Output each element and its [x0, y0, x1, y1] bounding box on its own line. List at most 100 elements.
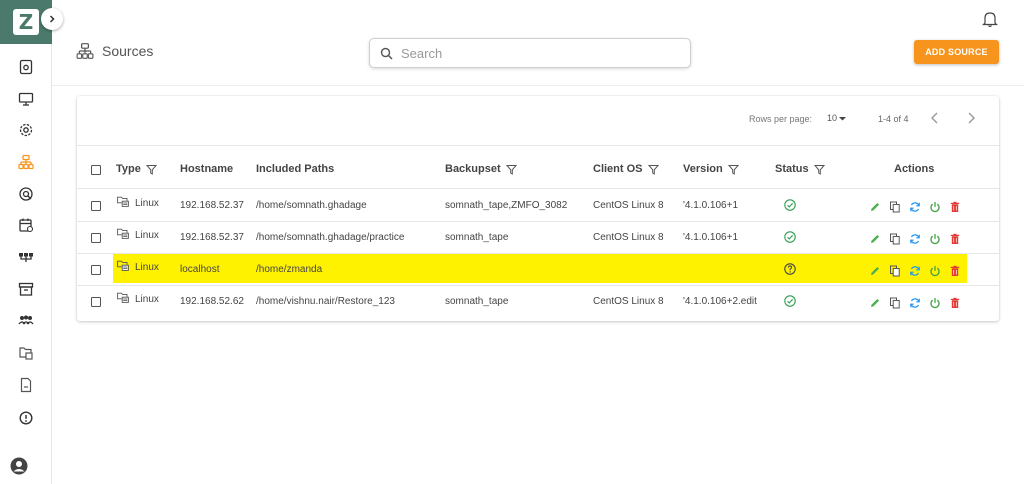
- sources-table-card: Rows per page: 10 1-4 of 4 Type Hostname…: [77, 96, 999, 321]
- select-all-checkbox[interactable]: [91, 165, 101, 175]
- filter-icon[interactable]: [647, 164, 659, 175]
- type-value: Linux: [135, 198, 159, 209]
- sidebar-item-dashboard[interactable]: [0, 52, 52, 82]
- rows-per-page-select[interactable]: 10: [827, 113, 847, 123]
- table-header: Type Hostname Included Paths Backupset C…: [77, 147, 999, 189]
- client-os-cell: CentOS Linux 8: [593, 200, 664, 211]
- sidebar-item-users[interactable]: [0, 306, 52, 336]
- copy-button[interactable]: [889, 200, 901, 213]
- sidebar-item-settings[interactable]: [0, 115, 52, 145]
- copy-button[interactable]: [889, 296, 901, 309]
- power-button[interactable]: [929, 232, 941, 245]
- column-header-included-paths: Included Paths: [256, 163, 334, 175]
- notification-bell-icon[interactable]: [982, 10, 998, 28]
- edit-button[interactable]: [869, 200, 881, 212]
- delete-button[interactable]: [949, 200, 961, 212]
- table-row[interactable]: Linux 192.168.52.37/home/somnath.ghadage/…: [77, 222, 999, 254]
- backupset-cell: somnath_tape: [445, 232, 509, 243]
- column-label: Client OS: [593, 163, 643, 175]
- type-cell: Linux: [117, 292, 159, 305]
- status-ok-icon: [784, 199, 796, 211]
- copy-button[interactable]: [889, 264, 901, 277]
- column-label: Status: [775, 163, 809, 175]
- sync-button[interactable]: [909, 264, 921, 276]
- rows-per-page-value: 10: [827, 113, 838, 123]
- row-checkbox[interactable]: [91, 233, 101, 243]
- delete-button[interactable]: [949, 296, 961, 308]
- sidebar-item-schedule[interactable]: [0, 210, 52, 240]
- table-row[interactable]: Linux 192.168.52.37/home/somnath.ghadage s…: [77, 190, 999, 222]
- copy-button[interactable]: [889, 232, 901, 245]
- row-actions: [869, 264, 961, 277]
- trash-icon: [950, 297, 960, 308]
- sidebar-item-about[interactable]: [0, 403, 52, 433]
- add-source-button[interactable]: ADD SOURCE: [914, 40, 999, 64]
- table-row[interactable]: Linux localhost/home/zmanda: [77, 254, 999, 286]
- status-cell: [784, 198, 796, 211]
- power-button[interactable]: [929, 296, 941, 309]
- table-row[interactable]: Linux 192.168.52.62/home/vishnu.nair/Rest…: [77, 286, 999, 318]
- included-paths-cell: /home/zmanda: [256, 264, 323, 275]
- filter-icon[interactable]: [813, 164, 825, 175]
- type-cell: Linux: [117, 196, 159, 209]
- page-header: Sources ADD SOURCE: [52, 0, 1024, 86]
- edit-button[interactable]: [869, 264, 881, 276]
- filter-icon[interactable]: [145, 164, 157, 175]
- column-label: Actions: [894, 163, 935, 175]
- column-header-backupset[interactable]: Backupset: [445, 163, 517, 175]
- power-button[interactable]: [929, 200, 941, 213]
- calendar-icon: [19, 218, 34, 233]
- copy-icon: [890, 233, 900, 245]
- folder-server-icon: [117, 228, 129, 239]
- sidebar-item-sources[interactable]: [0, 147, 52, 177]
- column-label: Version: [683, 163, 723, 175]
- chevron-right-icon[interactable]: [963, 110, 979, 126]
- pencil-icon: [871, 203, 879, 211]
- page-title: Sources: [102, 43, 154, 59]
- search-input[interactable]: [401, 45, 681, 61]
- column-label: Type: [116, 163, 141, 175]
- edit-button[interactable]: [869, 232, 881, 244]
- trash-icon: [950, 233, 960, 244]
- sidebar-item-storage[interactable]: [0, 179, 52, 209]
- row-checkbox[interactable]: [91, 297, 101, 307]
- sync-button[interactable]: [909, 232, 921, 244]
- edit-button[interactable]: [869, 296, 881, 308]
- pencil-icon: [871, 299, 879, 307]
- search-icon: [380, 47, 393, 60]
- sidebar-item-files[interactable]: [0, 338, 52, 368]
- refresh-icon: [910, 266, 920, 276]
- settings-icon: [19, 123, 33, 137]
- column-header-version[interactable]: Version: [683, 163, 739, 175]
- hostname-cell: 192.168.52.37: [180, 200, 244, 211]
- search-box[interactable]: [369, 38, 691, 68]
- files-icon: [19, 347, 33, 360]
- row-checkbox[interactable]: [91, 265, 101, 275]
- column-label: Hostname: [180, 163, 234, 175]
- filter-icon[interactable]: [727, 164, 739, 175]
- delete-button[interactable]: [949, 264, 961, 276]
- delete-button[interactable]: [949, 232, 961, 244]
- folder-server-icon: [117, 292, 129, 303]
- included-paths-cell: /home/vishnu.nair/Restore_123: [256, 296, 395, 307]
- sidebar-item-reports[interactable]: [0, 370, 52, 400]
- chevron-right-icon: [49, 15, 55, 23]
- sync-button[interactable]: [909, 200, 921, 212]
- column-header-type[interactable]: Type: [116, 163, 157, 175]
- power-icon: [930, 266, 940, 277]
- sidebar-item-monitor[interactable]: [0, 84, 52, 114]
- type-value: Linux: [135, 262, 159, 273]
- filter-icon[interactable]: [505, 164, 517, 175]
- chevron-left-icon[interactable]: [927, 110, 943, 126]
- user-avatar-icon[interactable]: [10, 457, 28, 475]
- pagination-bar: Rows per page: 10 1-4 of 4: [77, 96, 999, 146]
- column-header-status[interactable]: Status: [775, 163, 825, 175]
- column-header-client-os[interactable]: Client OS: [593, 163, 659, 175]
- sync-button[interactable]: [909, 296, 921, 308]
- sidebar-item-archive[interactable]: [0, 274, 52, 304]
- sidebar-collapse-button[interactable]: [41, 8, 63, 30]
- power-button[interactable]: [929, 264, 941, 277]
- row-actions: [869, 296, 961, 309]
- row-checkbox[interactable]: [91, 201, 101, 211]
- sidebar-item-network[interactable]: [0, 242, 52, 272]
